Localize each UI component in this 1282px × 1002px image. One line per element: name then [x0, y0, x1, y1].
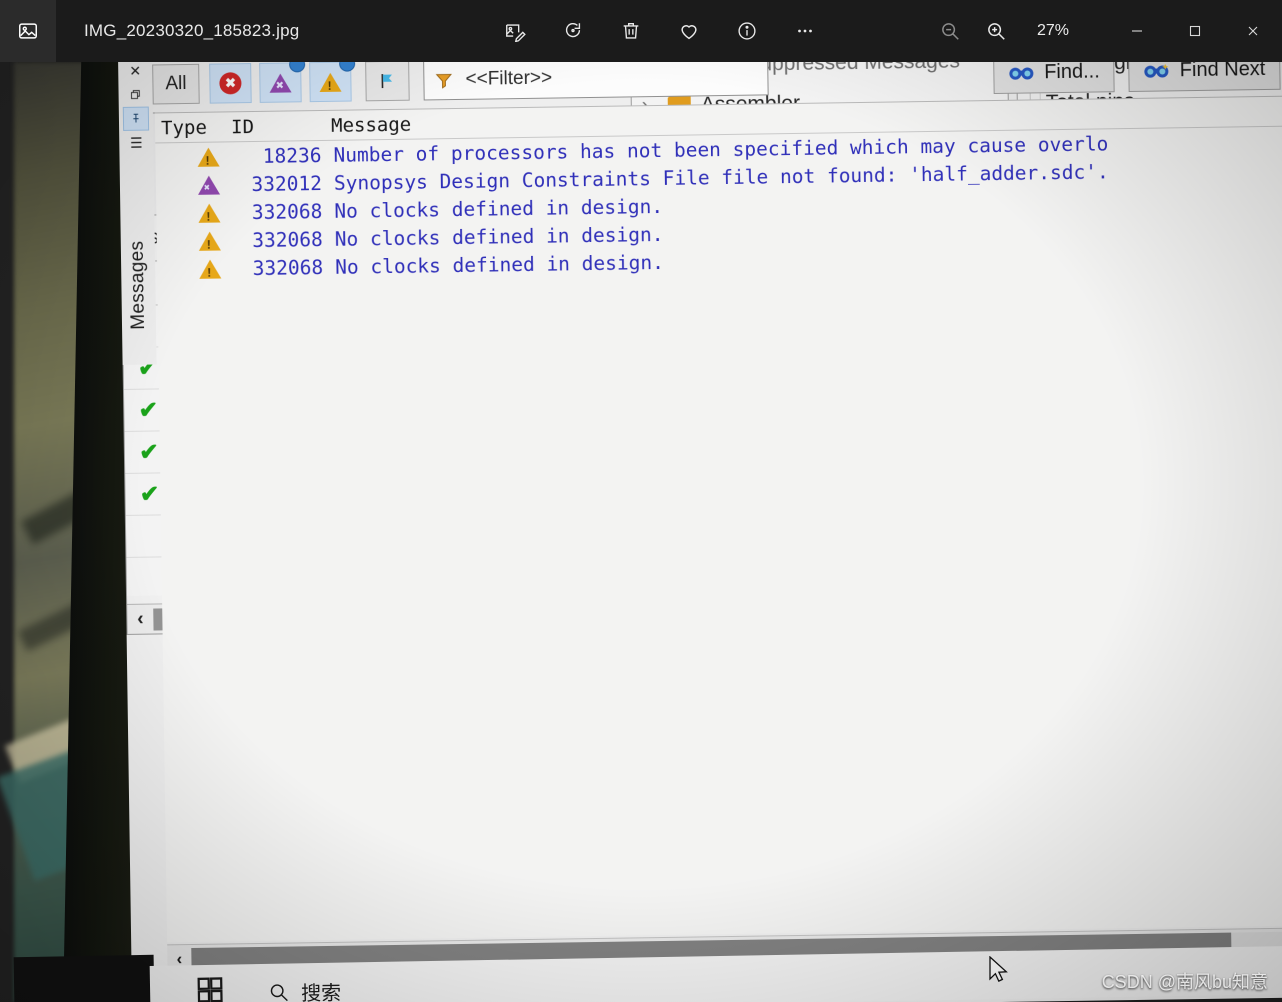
critical-warning-filter-button[interactable]: [259, 62, 306, 103]
file-name-title: IMG_20230320_185823.jpg: [84, 21, 300, 40]
binoculars-next-icon: [1144, 63, 1169, 78]
zoom-controls: 27%: [930, 0, 1082, 62]
photo-canvas[interactable]: ‹ › Tasks Compilation ▼ ☰: [0, 62, 1282, 1002]
find-button[interactable]: Find...: [992, 62, 1116, 95]
messages-dock: ✕ ☰ Messages All ✖ ✖ ! <<Filter>> Find..…: [118, 62, 1282, 1002]
maximize-button[interactable]: [1166, 0, 1224, 62]
close-button[interactable]: [1224, 0, 1282, 62]
count-badge: [339, 62, 356, 72]
zoom-in-icon[interactable]: [976, 11, 1016, 51]
rotate-icon[interactable]: [553, 11, 593, 51]
error-icon: ✖: [219, 72, 242, 95]
edit-image-icon[interactable]: [495, 11, 535, 51]
message-id: 18236: [262, 143, 322, 168]
info-icon[interactable]: [727, 11, 767, 51]
pin-icon[interactable]: [122, 106, 150, 131]
warning-icon: [157, 230, 233, 251]
window-titlebar: IMG_20230320_185823.jpg 27%: [0, 0, 1282, 62]
messages-row-container: 18236Number of processors has not been s…: [155, 126, 1282, 283]
warning-icon: [156, 203, 232, 223]
messages-dock-rail: ✕ ☰ Messages: [118, 62, 157, 365]
minimize-button[interactable]: [1108, 0, 1166, 62]
message-id: 332068: [252, 227, 323, 252]
filter-icon: [435, 73, 453, 89]
warning-filter-button[interactable]: [309, 62, 356, 103]
message-id: 332012: [251, 171, 323, 196]
error-filter-button[interactable]: ✖: [209, 63, 252, 104]
warning-icon: [157, 258, 233, 279]
warning-icon: [319, 72, 342, 92]
taskbar-left-edge: [13, 954, 155, 1002]
messages-dock-label: Messages: [126, 240, 150, 330]
viewer-toolbar: [495, 0, 825, 62]
delete-icon[interactable]: [611, 11, 651, 51]
message-id: 332068: [251, 199, 323, 224]
taskbar-search-label: 搜索: [300, 982, 342, 1002]
quartus-screen: ‹ › Tasks Compilation ▼ ☰: [118, 62, 1282, 1002]
column-header-id[interactable]: ID: [231, 114, 327, 137]
mouse-cursor: [988, 955, 1010, 986]
find-button-label: Find...: [1044, 62, 1100, 83]
find-next-button-label: Find Next: [1179, 62, 1266, 81]
warning-icon: [155, 147, 231, 167]
menu-icon[interactable]: ☰: [123, 131, 149, 155]
message-id: 332068: [252, 255, 324, 280]
messages-body: All ✖ ✖ ! <<Filter>> Find... Find Next T…: [152, 62, 1282, 1002]
windows-start-icon[interactable]: [195, 975, 230, 1002]
messages-table: Type ID Message 18236Number of processor…: [154, 95, 1282, 943]
count-badge: [289, 62, 306, 73]
column-header-type[interactable]: Type: [155, 116, 231, 139]
close-icon[interactable]: ✕: [122, 62, 148, 83]
find-next-button[interactable]: Find Next: [1128, 62, 1281, 93]
more-icon[interactable]: [785, 11, 825, 51]
message-filter-input[interactable]: <<Filter>>: [423, 62, 769, 101]
search-icon: [270, 984, 288, 1002]
photo-icon: [0, 0, 56, 62]
all-filter-button[interactable]: All: [152, 63, 200, 105]
zoom-out-icon[interactable]: [930, 11, 970, 51]
favorite-icon[interactable]: [669, 11, 709, 51]
critical-warning-icon: [269, 72, 292, 93]
binoculars-icon: [1009, 67, 1034, 80]
flag-filter-button[interactable]: [365, 62, 410, 102]
scroll-left-arrow[interactable]: ‹: [127, 608, 153, 630]
message-filter-placeholder: <<Filter>>: [465, 67, 553, 90]
restore-icon[interactable]: [122, 83, 148, 107]
critical-warning-icon: [156, 175, 232, 195]
zoom-level-label: 27%: [1036, 22, 1070, 39]
window-controls: [1108, 0, 1282, 62]
taskbar-search[interactable]: 搜索: [268, 977, 341, 1002]
watermark: CSDN @南风bu知意: [1101, 972, 1268, 992]
photos-viewer-window: IMG_20230320_185823.jpg 27% ✔ ✔ ✔ ✔ ‹ Fl…: [0, 0, 1282, 1002]
find-button-group: Find... Find Next: [979, 62, 1281, 95]
